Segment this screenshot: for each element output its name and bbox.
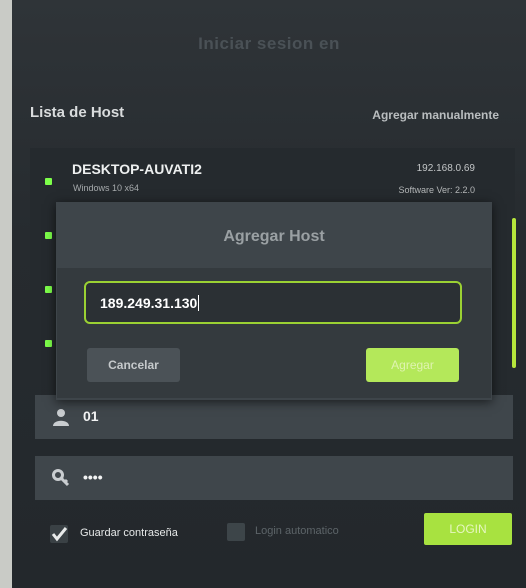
host-version: Software Ver: 2.2.0	[398, 185, 475, 195]
password-field[interactable]: ••••	[35, 456, 513, 500]
login-header: Iniciar sesion en	[198, 34, 340, 53]
host-os: Windows 10 x64	[73, 183, 140, 193]
dialog-body: 189.249.31.130 Cancelar Agregar	[57, 268, 491, 398]
login-window: Iniciar sesion en Lista de Host Agregar …	[12, 0, 526, 588]
host-name: DESKTOP-AUVATI2	[72, 161, 202, 177]
save-password-label: Guardar contraseña	[80, 527, 178, 539]
password-value: ••••	[83, 469, 103, 485]
checkmark-icon	[51, 527, 68, 542]
cancel-button[interactable]: Cancelar	[87, 348, 180, 382]
online-status-icon	[45, 178, 52, 185]
host-list-title: Lista de Host	[30, 104, 125, 121]
user-icon	[53, 409, 69, 426]
online-status-icon	[45, 340, 52, 347]
host-address-value: 189.249.31.130	[100, 294, 198, 311]
text-caret	[198, 294, 200, 311]
username-field[interactable]: 01	[35, 395, 513, 439]
add-host-dialog: Agregar Host 189.249.31.130 Cancelar Agr…	[56, 202, 492, 400]
auto-login-checkbox[interactable]	[227, 523, 245, 541]
dialog-title: Agregar Host	[223, 228, 325, 245]
key-icon	[52, 469, 70, 487]
host-item[interactable]: DESKTOP-AUVATI2 Windows 10 x64 192.168.0…	[30, 148, 515, 200]
host-ip: 192.168.0.69	[416, 163, 475, 174]
username-value: 01	[83, 408, 99, 424]
auto-login-label: Login automatico	[255, 525, 339, 537]
add-manually-link[interactable]: Agregar manualmente	[372, 108, 499, 122]
login-button[interactable]: LOGIN	[424, 513, 512, 545]
online-status-icon	[45, 232, 52, 239]
save-password-checkbox[interactable]	[50, 525, 68, 543]
online-status-icon	[45, 286, 52, 293]
host-list-scrollbar[interactable]	[512, 218, 516, 368]
add-host-button[interactable]: Agregar	[366, 348, 459, 382]
host-address-input[interactable]: 189.249.31.130	[84, 281, 462, 324]
